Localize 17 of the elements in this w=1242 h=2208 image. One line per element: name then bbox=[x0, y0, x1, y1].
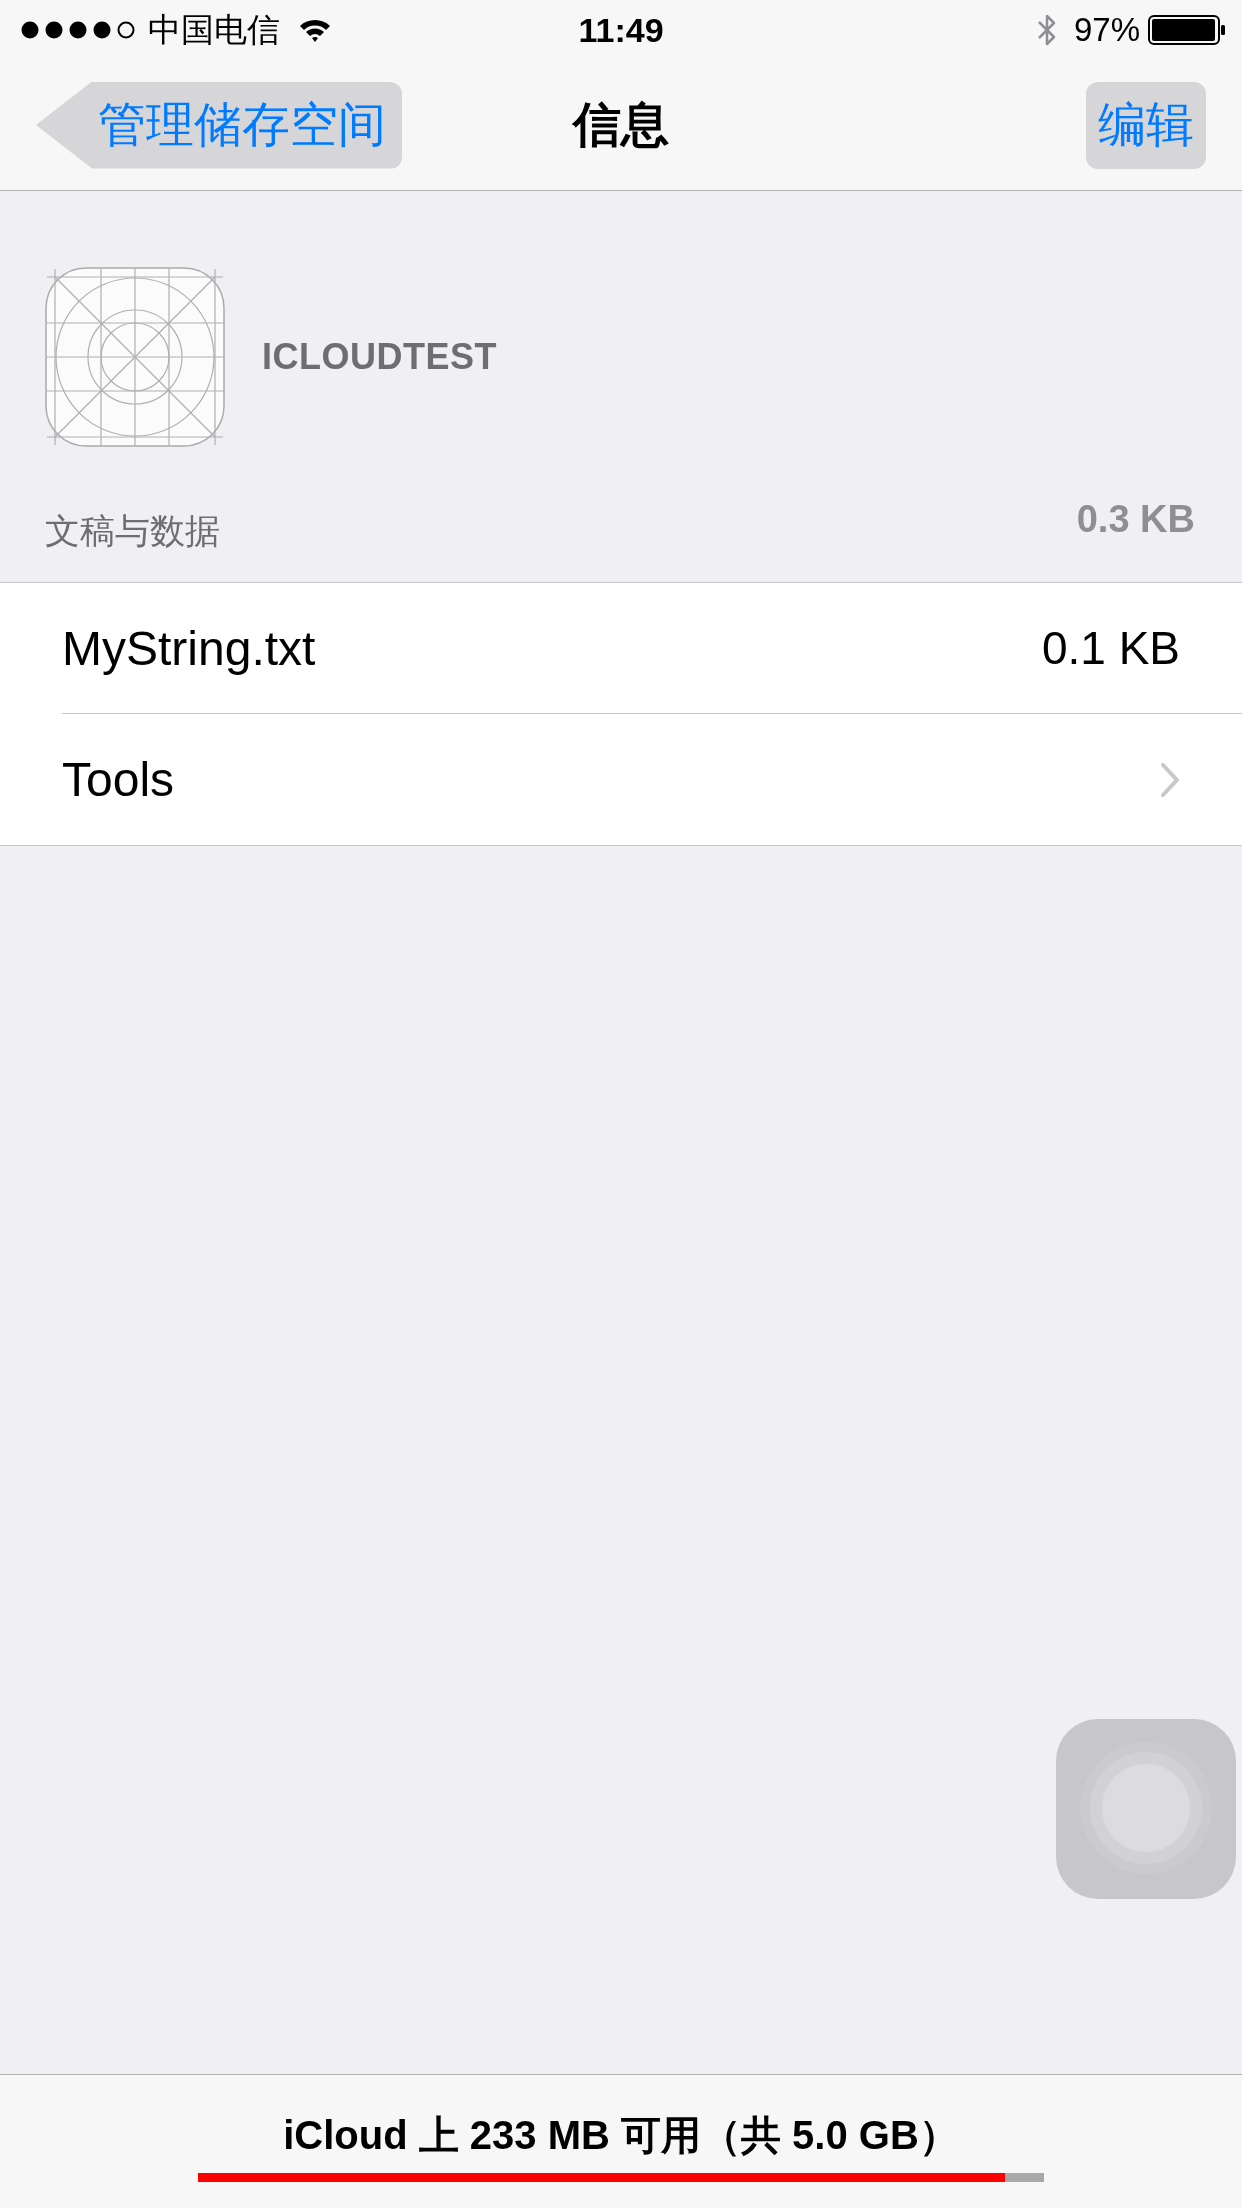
status-time: 11:49 bbox=[578, 10, 664, 50]
wifi-icon bbox=[298, 17, 332, 43]
file-name: MyString.txt bbox=[62, 620, 316, 676]
folder-name: Tools bbox=[62, 752, 175, 807]
storage-summary: iCloud 上 233 MB 可用（共 5.0 GB） bbox=[283, 2112, 959, 2159]
app-name: ICLOUDTEST bbox=[262, 336, 497, 378]
assistive-touch-icon[interactable] bbox=[1056, 1719, 1236, 1899]
app-icon bbox=[45, 267, 225, 447]
file-size: 0.1 KB bbox=[1041, 621, 1180, 675]
carrier-name: 中国电信 bbox=[148, 9, 280, 50]
bluetooth-icon bbox=[1035, 12, 1058, 48]
page-title: 信息 bbox=[573, 97, 669, 153]
section-total-size: 0.3 KB bbox=[1076, 497, 1195, 541]
chevron-right-icon bbox=[1160, 761, 1180, 798]
battery-percentage: 97% bbox=[1073, 11, 1140, 49]
battery-icon bbox=[1148, 15, 1226, 45]
section-header: 文稿与数据 bbox=[45, 510, 220, 552]
